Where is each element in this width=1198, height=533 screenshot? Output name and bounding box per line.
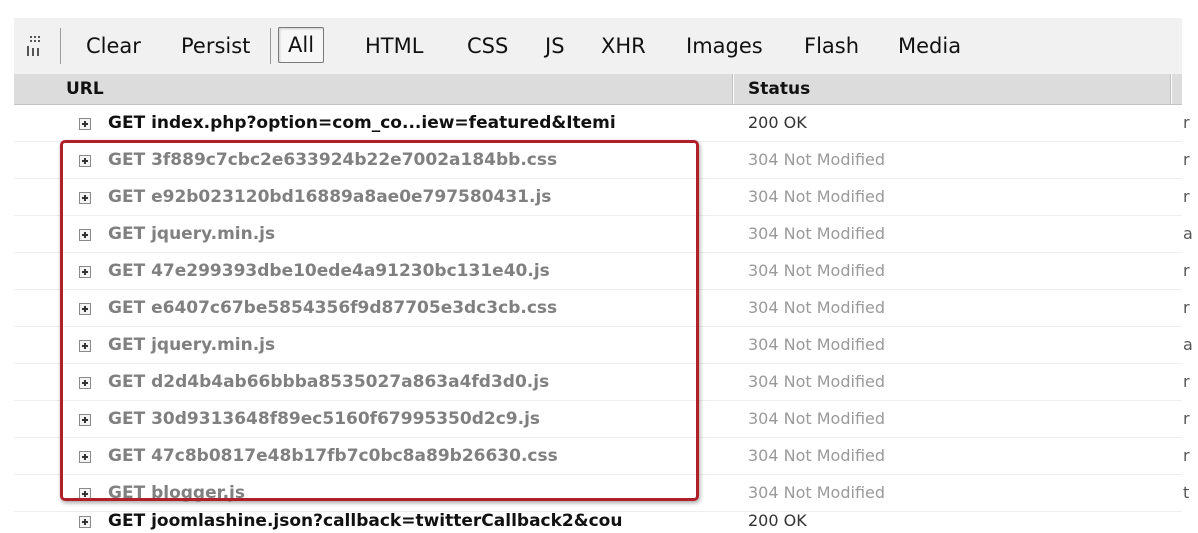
net-panel: Clear Persist All HTML CSS JS XHR Images… [0, 0, 1198, 533]
filter-html-tab[interactable]: HTML [365, 28, 423, 64]
filter-flash-tab[interactable]: Flash [804, 28, 859, 64]
request-domain-fragment: a [1183, 335, 1193, 354]
request-row[interactable]: GET e92b023120bd16889a8ae0e797580431.js … [14, 179, 1190, 216]
request-row[interactable]: GET d2d4b4ab66bbba8535027a863a4fd3d0.js … [14, 364, 1190, 401]
expand-plus-icon[interactable] [79, 451, 91, 463]
request-row[interactable]: GET index.php?option=com_co...iew=featur… [14, 105, 1190, 142]
request-status: 200 OK [748, 512, 807, 530]
filter-all-tab[interactable]: All [278, 27, 325, 63]
expand-plus-icon[interactable] [79, 266, 91, 278]
request-domain-fragment: r [1183, 298, 1190, 317]
column-divider[interactable] [732, 74, 734, 104]
request-status: 304 Not Modified [748, 187, 886, 206]
request-domain-fragment: r [1183, 261, 1190, 280]
expand-plus-icon[interactable] [79, 516, 91, 528]
clear-button[interactable]: Clear [86, 28, 141, 64]
filter-media-tab[interactable]: Media [898, 28, 961, 64]
request-url: GET 30d9313648f89ec5160f67995350d2c9.js [108, 409, 541, 429]
expand-plus-icon[interactable] [79, 303, 91, 315]
request-url: GET 3f889c7cbc2e633924b22e7002a184bb.css [108, 150, 558, 170]
request-row[interactable]: GET blogger.js 304 Not Modified t [14, 475, 1189, 512]
request-list: GET index.php?option=com_co...iew=featur… [14, 105, 1193, 533]
column-divider[interactable] [1170, 74, 1172, 104]
request-status: 304 Not Modified [748, 335, 886, 354]
expand-plus-icon[interactable] [79, 229, 91, 241]
url-column-header[interactable]: URL [66, 74, 104, 104]
request-row[interactable]: GET 3f889c7cbc2e633924b22e7002a184bb.css… [14, 142, 1190, 179]
toolbar-separator [60, 28, 61, 64]
request-domain-fragment: r [1183, 187, 1190, 206]
request-url: GET e6407c67be5854356f9d87705e3dc3cb.css [108, 298, 558, 318]
request-row[interactable]: GET joomlashine.json?callback=twitterCal… [14, 512, 1182, 533]
expand-plus-icon[interactable] [79, 118, 91, 130]
request-domain-fragment: r [1183, 113, 1190, 132]
persist-button[interactable]: Persist [181, 28, 250, 64]
column-header: URL Status [14, 74, 1182, 105]
expand-plus-icon[interactable] [79, 488, 91, 500]
request-domain-fragment: r [1183, 409, 1190, 428]
expand-plus-icon[interactable] [79, 340, 91, 352]
filter-xhr-tab[interactable]: XHR [601, 28, 646, 64]
request-row[interactable]: GET 47c8b0817e48b17fb7c0bc8a89b26630.css… [14, 438, 1190, 475]
request-status: 304 Not Modified [748, 150, 886, 169]
request-row[interactable]: GET 47e299393dbe10ede4a91230bc131e40.js … [14, 253, 1190, 290]
request-domain-fragment: r [1183, 446, 1190, 465]
request-status: 304 Not Modified [748, 483, 886, 502]
panel-grip-icon[interactable] [26, 34, 48, 58]
expand-plus-icon[interactable] [79, 377, 91, 389]
net-toolbar: Clear Persist All HTML CSS JS XHR Images… [14, 18, 1182, 75]
request-domain-fragment: t [1183, 483, 1190, 502]
request-url: GET 47e299393dbe10ede4a91230bc131e40.js [108, 261, 550, 281]
filter-js-tab[interactable]: JS [545, 28, 565, 64]
request-domain-fragment: a [1183, 224, 1193, 243]
request-url: GET joomlashine.json?callback=twitterCal… [108, 512, 623, 531]
request-status: 200 OK [748, 113, 807, 132]
request-url: GET index.php?option=com_co...iew=featur… [108, 113, 616, 133]
request-url: GET d2d4b4ab66bbba8535027a863a4fd3d0.js [108, 372, 550, 392]
request-row[interactable]: GET jquery.min.js 304 Not Modified a [14, 327, 1193, 364]
request-row[interactable]: GET 30d9313648f89ec5160f67995350d2c9.js … [14, 401, 1190, 438]
request-url: GET 47c8b0817e48b17fb7c0bc8a89b26630.css [108, 446, 558, 466]
toolbar-separator [270, 28, 271, 64]
request-status: 304 Not Modified [748, 298, 886, 317]
request-status: 304 Not Modified [748, 224, 886, 243]
request-status: 304 Not Modified [748, 446, 886, 465]
request-url: GET e92b023120bd16889a8ae0e797580431.js [108, 187, 552, 207]
status-column-header[interactable]: Status [748, 74, 810, 104]
request-status: 304 Not Modified [748, 261, 886, 280]
request-domain-fragment: r [1183, 372, 1190, 391]
request-url: GET jquery.min.js [108, 224, 276, 244]
request-row[interactable]: GET e6407c67be5854356f9d87705e3dc3cb.css… [14, 290, 1190, 327]
request-row[interactable]: GET jquery.min.js 304 Not Modified a [14, 216, 1193, 253]
request-status: 304 Not Modified [748, 372, 886, 391]
request-url: GET blogger.js [108, 483, 245, 503]
filter-css-tab[interactable]: CSS [467, 28, 508, 64]
request-url: GET jquery.min.js [108, 335, 276, 355]
expand-plus-icon[interactable] [79, 192, 91, 204]
filter-images-tab[interactable]: Images [686, 28, 763, 64]
request-domain-fragment: r [1183, 150, 1190, 169]
expand-plus-icon[interactable] [79, 414, 91, 426]
expand-plus-icon[interactable] [79, 155, 91, 167]
request-status: 304 Not Modified [748, 409, 886, 428]
